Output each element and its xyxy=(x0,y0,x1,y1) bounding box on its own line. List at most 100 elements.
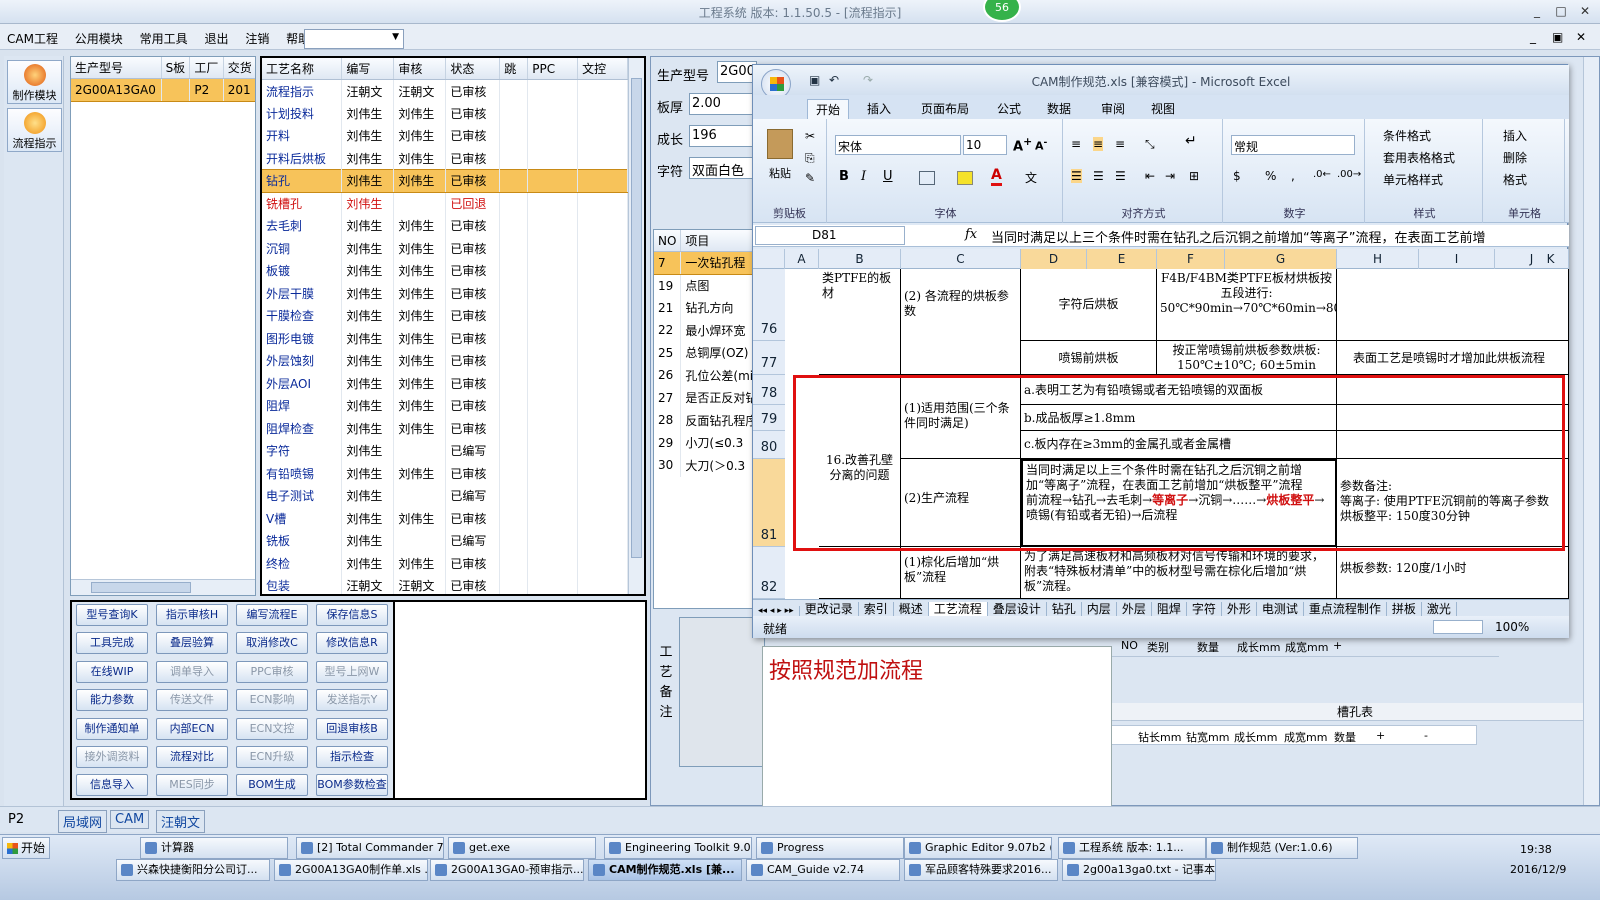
add-button[interactable]: + xyxy=(1376,729,1385,742)
col-header[interactable]: 工厂 xyxy=(189,57,224,79)
orientation-icon[interactable]: ⤡ xyxy=(1145,137,1155,152)
sheet-tab[interactable]: 叠层设计 xyxy=(987,602,1047,616)
nav-process-instruction[interactable]: 流程指示 xyxy=(7,108,62,152)
row-header[interactable]: 79 xyxy=(753,405,785,431)
table-row[interactable]: 阻焊 刘伟生 刘伟生 已审核 xyxy=(262,394,628,417)
table-row[interactable]: 阻焊检查 刘伟生 刘伟生 已审核 xyxy=(262,417,628,440)
col-header[interactable]: 项目 xyxy=(680,230,756,252)
table-row[interactable]: 包装 汪朝文 汪朝文 已审核 xyxy=(262,574,628,594)
align-right-icon[interactable]: ☰ xyxy=(1115,169,1126,183)
maximize-button[interactable]: □ xyxy=(1552,4,1570,18)
table-row[interactable]: 25 总铜厚(OZ) xyxy=(654,341,756,364)
col-header[interactable]: 工艺名称 xyxy=(262,58,343,80)
action-button[interactable]: 型号查询K xyxy=(76,604,148,626)
sheet-tab[interactable]: 阻焊 xyxy=(1151,602,1187,616)
taskbar-item[interactable]: Engineering Toolkit 9.0... xyxy=(604,837,752,859)
delete-button[interactable]: 删除 xyxy=(1503,149,1527,166)
table-row[interactable]: 钻孔 刘伟生 刘伟生 已审核 xyxy=(262,169,628,193)
taskbar-item[interactable]: CAM制作规范.xls [兼... xyxy=(588,859,742,881)
column-header[interactable]: F xyxy=(1157,249,1225,269)
action-button[interactable]: 型号上网W xyxy=(316,660,388,683)
underline-icon[interactable]: U xyxy=(883,169,893,184)
taskbar-item[interactable]: 制作规范 (Ver:1.0.6) xyxy=(1206,837,1358,859)
minimize-button[interactable]: _ xyxy=(1528,4,1546,18)
table-row[interactable]: 30 大刀(＞0.3 xyxy=(654,454,756,477)
action-button[interactable]: 保存信息S xyxy=(316,604,388,626)
table-row[interactable]: V槽 刘伟生 刘伟生 已审核 xyxy=(262,507,628,530)
ribbon-tab[interactable]: 数据 xyxy=(1039,99,1079,118)
col-header[interactable]: S板 xyxy=(161,57,191,79)
col-header[interactable]: 审核 xyxy=(393,58,447,80)
tab-user[interactable]: 汪朝文 xyxy=(156,810,206,833)
zoom-level[interactable]: 100% xyxy=(1495,620,1529,634)
action-button[interactable]: 内部ECN xyxy=(156,717,228,740)
sheet-tab[interactable]: 钻孔 xyxy=(1046,602,1082,616)
taskbar-item[interactable]: 军品顾客特殊要求2016... xyxy=(904,859,1058,881)
table-row[interactable]: 沉铜 刘伟生 刘伟生 已审核 xyxy=(262,237,628,260)
align-bottom-icon[interactable]: ≡ xyxy=(1115,137,1125,151)
cell-bake-params[interactable]: (2) 各流程的烘板参数 xyxy=(901,269,1021,375)
menu-tools[interactable]: 常用工具 xyxy=(133,24,194,47)
length-field[interactable]: 196 xyxy=(689,125,755,147)
action-button[interactable]: ECN影响 xyxy=(236,689,308,712)
currency-icon[interactable]: $ xyxy=(1233,169,1241,183)
font-name-select[interactable]: 宋体 xyxy=(835,135,961,155)
sheet-tab[interactable]: 电测试 xyxy=(1256,602,1304,616)
shrink-font-icon[interactable]: A- xyxy=(1035,137,1047,153)
action-button[interactable]: 编写流程E xyxy=(236,604,308,626)
mdi-minimize-button[interactable]: _ xyxy=(1530,30,1536,44)
sheet-tab[interactable]: 外层 xyxy=(1116,602,1152,616)
taskbar-item[interactable]: 计算器 xyxy=(140,837,288,859)
action-button[interactable]: 指示审核H xyxy=(156,604,228,626)
action-button[interactable]: 指示检查 xyxy=(316,746,388,768)
plant-select[interactable]: P2 xyxy=(8,812,24,827)
table-row[interactable]: 7 一次钻孔程 xyxy=(654,251,756,275)
action-button[interactable]: 流程对比 xyxy=(156,746,228,768)
cell-before-spray[interactable]: 喷锡前烘板 xyxy=(1021,341,1157,375)
table-row[interactable]: 去毛刺 刘伟生 刘伟生 已审核 xyxy=(262,214,628,237)
close-button[interactable]: ✕ xyxy=(1576,4,1594,18)
format-as-table-button[interactable]: 套用表格格式 xyxy=(1383,149,1455,166)
scroll-thumb[interactable] xyxy=(91,582,191,593)
col-header[interactable]: 生产型号 xyxy=(71,57,162,79)
table-row[interactable]: 26 孔位公差(mi xyxy=(654,364,756,387)
row-header[interactable]: 77 xyxy=(753,341,785,375)
column-header[interactable]: I xyxy=(1419,249,1495,269)
table-row[interactable]: 计划投料 刘伟生 刘伟生 已审核 xyxy=(262,102,628,125)
sheet-tab[interactable]: 工艺流程 xyxy=(928,602,988,616)
tab-lan[interactable]: 局域网 xyxy=(58,810,108,833)
ribbon-tab[interactable]: 审阅 xyxy=(1093,99,1133,118)
action-button[interactable]: 在线WIP xyxy=(76,660,148,683)
border-icon[interactable] xyxy=(919,171,935,185)
fill-color-icon[interactable] xyxy=(957,171,973,185)
worksheet[interactable]: 76 77 78 79 80 81 82 类PTFE的板材 (2) 各流程的烘板参数 字符后烘板 F… xyxy=(753,269,1569,599)
model-field[interactable]: 2G00 xyxy=(717,61,757,83)
menu-cam-project[interactable]: CAM工程 xyxy=(0,24,64,47)
menu-logout[interactable]: 注销 xyxy=(238,24,275,47)
row-header[interactable]: 78 xyxy=(753,375,785,405)
column-header[interactable]: E xyxy=(1087,249,1157,269)
sheet-tab[interactable]: 重点流程制作 xyxy=(1303,602,1387,616)
ribbon-tab[interactable]: 公式 xyxy=(989,99,1029,118)
table-row[interactable]: 27 是否正反对钻 xyxy=(654,386,756,409)
name-box[interactable]: D81 xyxy=(755,226,905,245)
col-header[interactable]: 状态 xyxy=(445,58,501,80)
action-button[interactable]: 回退审核B xyxy=(316,717,388,740)
sheet-tab[interactable]: 概述 xyxy=(893,602,929,616)
taskbar-item[interactable]: Graphic Editor 9.07b2 (... xyxy=(904,837,1052,859)
table-row[interactable]: 字符 刘伟生 已编写 xyxy=(262,439,628,462)
comma-icon[interactable]: , xyxy=(1291,169,1295,183)
action-button[interactable]: 信息导入 xyxy=(76,774,148,797)
action-button[interactable]: 修改信息R xyxy=(316,632,388,655)
cell-82a[interactable]: (1)棕化后增加“烘板”流程 xyxy=(901,547,1021,599)
table-row[interactable]: 电子测试 刘伟生 已编写 xyxy=(262,484,628,507)
taskbar-item[interactable]: 2g00a13ga0.txt - 记事本 xyxy=(1062,859,1216,881)
increase-decimal-icon[interactable]: .0← xyxy=(1313,169,1331,180)
font-size-select[interactable]: 10 xyxy=(963,135,1007,155)
cell-82c[interactable]: 烘板参数: 120度/1小时 xyxy=(1337,547,1569,599)
scroll-thumb[interactable] xyxy=(631,78,642,558)
row-header[interactable]: 80 xyxy=(753,431,785,459)
table-row[interactable]: 22 最小焊环宽 xyxy=(654,319,756,342)
merge-center-icon[interactable]: ⊞ xyxy=(1189,169,1199,183)
table-row[interactable]: 19 点图 xyxy=(654,274,756,297)
